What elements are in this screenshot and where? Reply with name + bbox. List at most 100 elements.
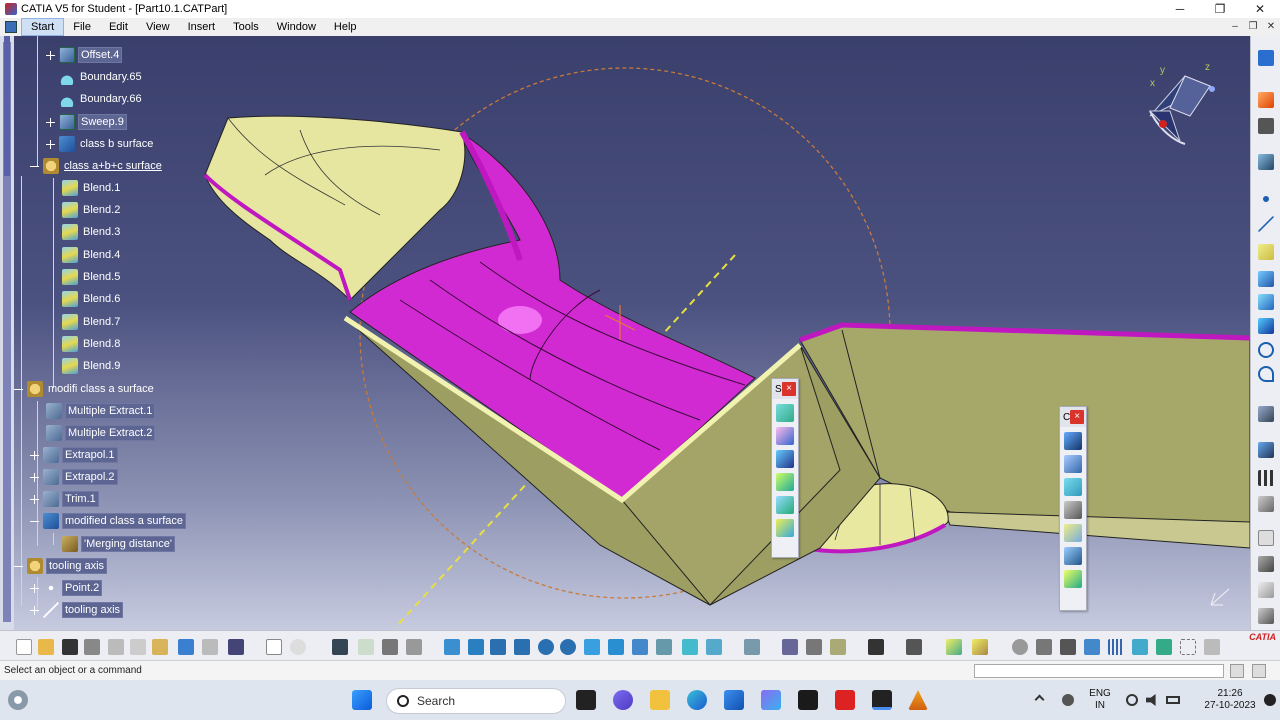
tree-item-modified-class-a[interactable]: modified class a surface [30, 511, 186, 531]
workbench-icon[interactable] [1258, 50, 1274, 66]
task-view-icon[interactable] [576, 690, 596, 710]
line-tool-icon[interactable] [1258, 216, 1274, 232]
catalog-icon[interactable] [358, 639, 374, 655]
axis-system-icon[interactable] [1258, 442, 1274, 458]
tree-item-sweep[interactable]: Sweep.9 [46, 112, 127, 132]
chevron-up-icon[interactable] [1034, 694, 1045, 705]
menu-help[interactable]: Help [325, 18, 366, 36]
menu-tools[interactable]: Tools [224, 18, 268, 36]
tree-item-boundary-65[interactable]: Boundary.65 [59, 67, 144, 87]
hide-show-icon[interactable] [682, 639, 698, 655]
floating-toolbar-curves[interactable]: C × [1059, 406, 1087, 611]
tree-item-class-abc-surface[interactable]: class a+b+c surface [30, 156, 164, 176]
file-explorer-icon[interactable] [650, 690, 670, 710]
menu-window[interactable]: Window [268, 18, 325, 36]
plane-tool-icon[interactable] [1258, 244, 1274, 260]
store-icon[interactable] [724, 690, 744, 710]
revolve-tool-icon[interactable] [1258, 294, 1274, 310]
toolbar-close-button[interactable]: × [1070, 410, 1084, 424]
grid-toggle-icon[interactable] [1108, 639, 1124, 655]
tree-item-blend-6[interactable]: Blend.6 [62, 289, 122, 309]
snap-icon[interactable] [1258, 118, 1274, 134]
join-tool-icon[interactable] [1064, 432, 1082, 450]
inertia-icon[interactable] [830, 639, 846, 655]
hand-icon[interactable] [1036, 639, 1052, 655]
loft-tool-icon[interactable] [776, 496, 794, 514]
formula-icon[interactable] [266, 639, 282, 655]
speaker-icon[interactable] [1146, 694, 1156, 706]
view-icon[interactable] [1258, 582, 1274, 598]
zoom-out-icon[interactable] [560, 639, 576, 655]
multi-view-icon[interactable] [608, 639, 624, 655]
normal-view-icon[interactable] [584, 639, 600, 655]
restore-button[interactable]: ❐ [1200, 0, 1240, 18]
compass-widget[interactable]: y z x [1130, 56, 1220, 151]
copilot-icon[interactable] [761, 690, 781, 710]
split-tool-icon[interactable] [1064, 455, 1082, 473]
globe-icon[interactable] [1126, 694, 1138, 706]
tree-item-blend-5[interactable]: Blend.5 [62, 267, 122, 287]
measure-item-icon[interactable] [806, 639, 822, 655]
tree-item-extrapol-2[interactable]: Extrapol.2 [30, 467, 118, 487]
swap-space-icon[interactable] [706, 639, 722, 655]
tree-scrollbar[interactable] [0, 36, 14, 630]
toolbar-close-button[interactable]: × [782, 382, 796, 396]
document-menu-icon[interactable] [5, 21, 17, 33]
tree-item-point-2[interactable]: Point.2 [30, 578, 103, 598]
extrude-tool-icon[interactable] [1258, 271, 1274, 287]
clock[interactable]: 21:26 27-10-2023 [1200, 688, 1260, 712]
surface-analysis-icon[interactable] [946, 639, 962, 655]
notification-icon[interactable] [1264, 694, 1276, 706]
sweep-tool-icon[interactable] [776, 427, 794, 445]
curvature-icon[interactable] [972, 639, 988, 655]
menu-edit[interactable]: Edit [100, 18, 137, 36]
undo-icon[interactable] [178, 639, 194, 655]
tree-item-tooling-axis-line[interactable]: tooling axis [30, 600, 124, 620]
teams-icon[interactable] [613, 690, 633, 710]
fill-tool-icon[interactable] [776, 450, 794, 468]
menu-file[interactable]: File [64, 18, 100, 36]
tree-item-offset[interactable]: Offset.4 [46, 45, 123, 65]
expand-icon[interactable] [46, 50, 55, 60]
settings-icon[interactable] [1204, 639, 1220, 655]
document-close-button[interactable]: ✕ [1264, 20, 1278, 34]
rotate-icon[interactable] [514, 639, 530, 655]
catia-taskbar-icon[interactable] [872, 690, 892, 710]
expand-icon[interactable] [46, 139, 55, 149]
macro-icon[interactable] [1258, 608, 1274, 624]
close-button[interactable]: ✕ [1240, 0, 1280, 18]
refresh-icon[interactable] [1012, 639, 1028, 655]
collapse-icon[interactable] [30, 162, 39, 171]
fly-mode-icon[interactable] [444, 639, 460, 655]
redo-icon[interactable] [202, 639, 218, 655]
tree-item-blend-8[interactable]: Blend.8 [62, 334, 122, 354]
curve-tool-icon[interactable] [776, 404, 794, 422]
tree-item-blend-7[interactable]: Blend.7 [62, 312, 122, 332]
expand-icon[interactable] [30, 583, 39, 593]
zoom-in-icon[interactable] [538, 639, 554, 655]
table-icon[interactable] [332, 639, 348, 655]
command-input[interactable] [974, 664, 1224, 678]
start-icon[interactable] [352, 690, 372, 710]
menu-start[interactable]: Start [21, 18, 65, 36]
spline-tool-icon[interactable] [1258, 366, 1274, 382]
document-minimize-button[interactable]: – [1228, 20, 1242, 34]
tree-item-multiple-extract-2[interactable]: Multiple Extract.2 [46, 423, 156, 443]
tree-item-modifi-class-a[interactable]: modifi class a surface [14, 379, 156, 399]
analysis-icon[interactable] [1258, 406, 1274, 422]
iso-view-icon[interactable] [632, 639, 648, 655]
snap-point-icon[interactable] [1180, 639, 1196, 655]
tree-item-multiple-extract-1[interactable]: Multiple Extract.1 [46, 401, 156, 421]
tree-item-trim[interactable]: Trim.1 [30, 489, 99, 509]
save-icon[interactable] [62, 639, 78, 655]
comment-icon[interactable] [290, 639, 306, 655]
cloud-icon[interactable] [1062, 694, 1074, 706]
command-exit-button[interactable] [1252, 664, 1266, 678]
terminal-icon[interactable] [798, 690, 818, 710]
floating-toolbar-surfaces[interactable]: S × [771, 378, 799, 558]
tree-item-merging-distance[interactable]: 'Merging distance' [62, 534, 175, 554]
capture-icon[interactable] [868, 639, 884, 655]
solidworks-icon[interactable] [835, 690, 855, 710]
collapse-icon[interactable] [14, 562, 23, 571]
update-icon[interactable] [406, 639, 422, 655]
